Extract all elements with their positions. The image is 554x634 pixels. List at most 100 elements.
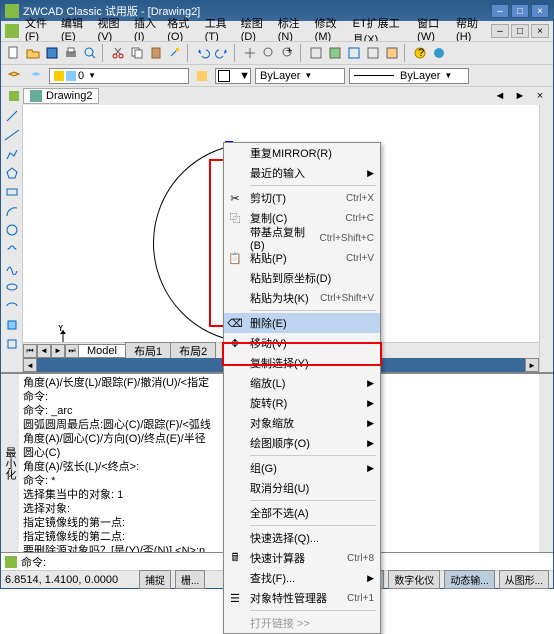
line-tool[interactable] (3, 107, 21, 125)
tool4-button[interactable] (364, 44, 382, 62)
doc-icon (30, 90, 42, 102)
layout1-tab[interactable]: 布局1 (125, 342, 171, 360)
ctx-[interactable]: ☰对象特性管理器Ctrl+1 (224, 588, 380, 608)
color-btn[interactable] (193, 67, 211, 85)
ctx-B[interactable]: 带基点复制(B)Ctrl+Shift+C (224, 228, 380, 248)
match-button[interactable] (166, 44, 184, 62)
document-tab[interactable]: Drawing2 (23, 88, 99, 104)
grid-toggle[interactable]: 栅... (175, 570, 205, 589)
linetype-combo[interactable]: ByLayer▼ (255, 68, 345, 84)
dyn-toggle[interactable]: 动态输... (444, 570, 494, 589)
ctx-D[interactable]: 粘贴到原坐标(D) (224, 268, 380, 288)
lineweight-combo[interactable]: ByLayer▼ (349, 68, 469, 84)
tool2-button[interactable] (326, 44, 344, 62)
tablet-toggle[interactable]: 数字化仪 (388, 570, 440, 589)
minimize-button[interactable]: ‒ (491, 4, 509, 18)
ctx-: 打开链接 >> (224, 613, 380, 633)
app-menu-icon[interactable] (5, 24, 19, 38)
print-preview-button[interactable] (81, 44, 99, 62)
properties-bar: 0▼ ▼ ByLayer▼ ByLayer▼ (1, 65, 553, 87)
vscrollbar[interactable] (539, 105, 553, 372)
polygon-tool[interactable] (3, 164, 21, 182)
copy-button[interactable] (128, 44, 146, 62)
ctx-A[interactable]: 全部不选(A) (224, 503, 380, 523)
tab-first[interactable]: ⏮ (23, 344, 37, 358)
cmd-scrollbar[interactable] (539, 374, 553, 552)
doc-restore-button[interactable]: □ (511, 24, 529, 38)
ctx-[interactable]: 🖩快速计算器Ctrl+8 (224, 548, 380, 568)
tab-prev[interactable]: ◄ (491, 87, 509, 105)
insert-tool[interactable] (3, 316, 21, 334)
spline-tool[interactable] (3, 259, 21, 277)
ctx-T[interactable]: ✂剪切(T)Ctrl+X (224, 188, 380, 208)
paste-button[interactable] (147, 44, 165, 62)
ctx-R[interactable]: 旋转(R)▶ (224, 393, 380, 413)
tab-next[interactable]: ► (51, 344, 65, 358)
maximize-button[interactable]: □ (511, 4, 529, 18)
draw-toolbar (1, 105, 23, 372)
ctx-L[interactable]: 缩放(L)▶ (224, 373, 380, 393)
ctx-[interactable]: 最近的输入▶ (224, 163, 380, 183)
ctx-MIRRORR[interactable]: 重复MIRROR(R) (224, 143, 380, 163)
tab-last[interactable]: ⏭ (65, 344, 79, 358)
ellipse-tool[interactable] (3, 278, 21, 296)
zoom-button[interactable] (260, 44, 278, 62)
doc-minimize-button[interactable]: ‒ (491, 24, 509, 38)
save-button[interactable] (43, 44, 61, 62)
undo-button[interactable] (194, 44, 212, 62)
tool5-button[interactable] (383, 44, 401, 62)
tab-next[interactable]: ► (511, 87, 529, 105)
cmd-icon (5, 556, 17, 568)
revcloud-tool[interactable] (3, 240, 21, 258)
ellipsearc-tool[interactable] (3, 297, 21, 315)
color-combo[interactable]: ▼ (215, 68, 251, 84)
tab-prev[interactable]: ◄ (37, 344, 51, 358)
pan-button[interactable] (241, 44, 259, 62)
app-icon (5, 4, 19, 18)
tool3-button[interactable] (345, 44, 363, 62)
zoom2-button[interactable]: + (279, 44, 297, 62)
snap-toggle[interactable]: 捕捉 (139, 570, 171, 589)
rect-tool[interactable] (3, 183, 21, 201)
ctx-P[interactable]: 📋粘贴(P)Ctrl+V (224, 248, 380, 268)
block-tool[interactable] (3, 335, 21, 353)
pline-tool[interactable] (3, 145, 21, 163)
help-button[interactable]: ? (411, 44, 429, 62)
layout2-tab[interactable]: 布局2 (170, 342, 216, 360)
tab-close[interactable]: × (531, 87, 549, 105)
print-button[interactable] (62, 44, 80, 62)
new-button[interactable] (5, 44, 23, 62)
ctx-[interactable]: 对象缩放▶ (224, 413, 380, 433)
tool1-button[interactable] (307, 44, 325, 62)
cut-button[interactable] (109, 44, 127, 62)
layer-button[interactable] (5, 67, 23, 85)
model-tab[interactable]: Model (78, 344, 126, 358)
toolbar-main: + ? (1, 41, 553, 65)
menubar: 文件(F)编辑(E)视图(V)插入(I)格式(O)工具(T)绘图(D)标注(N)… (1, 21, 553, 41)
cmd-side-label: 最小化 (1, 374, 19, 552)
open-button[interactable] (24, 44, 42, 62)
ctx-U[interactable]: 取消分组(U) (224, 478, 380, 498)
paste-icon: 📋 (228, 251, 242, 265)
ctx-O[interactable]: 绘图顺序(O)▶ (224, 433, 380, 453)
coordinates: 6.8514, 1.4100, 0.0000 (5, 574, 135, 586)
layer2-button[interactable] (27, 67, 45, 85)
xline-tool[interactable] (3, 126, 21, 144)
ctx-Q[interactable]: 快速选择(Q)... (224, 528, 380, 548)
tab-icon[interactable] (5, 87, 23, 105)
command-prompt: 命令: (21, 554, 46, 570)
doc-close-button[interactable]: × (531, 24, 549, 38)
info-button[interactable] (430, 44, 448, 62)
circle-tool[interactable] (3, 221, 21, 239)
document-tabs: Drawing2 ◄ ► × (1, 87, 553, 105)
close-button[interactable]: × (531, 4, 549, 18)
context-menu: 重复MIRROR(R)最近的输入▶✂剪切(T)Ctrl+X⿻复制(C)Ctrl+… (223, 142, 381, 634)
redo-button[interactable] (213, 44, 231, 62)
ctx-E[interactable]: ⌫删除(E) (224, 313, 380, 333)
layer-combo[interactable]: 0▼ (49, 68, 189, 84)
ctx-G[interactable]: 组(G)▶ (224, 458, 380, 478)
extract-toggle[interactable]: 从图形... (499, 570, 549, 589)
ctx-K[interactable]: 粘贴为块(K)Ctrl+Shift+V (224, 288, 380, 308)
ctx-F[interactable]: 查找(F)...▶ (224, 568, 380, 588)
arc-tool[interactable] (3, 202, 21, 220)
